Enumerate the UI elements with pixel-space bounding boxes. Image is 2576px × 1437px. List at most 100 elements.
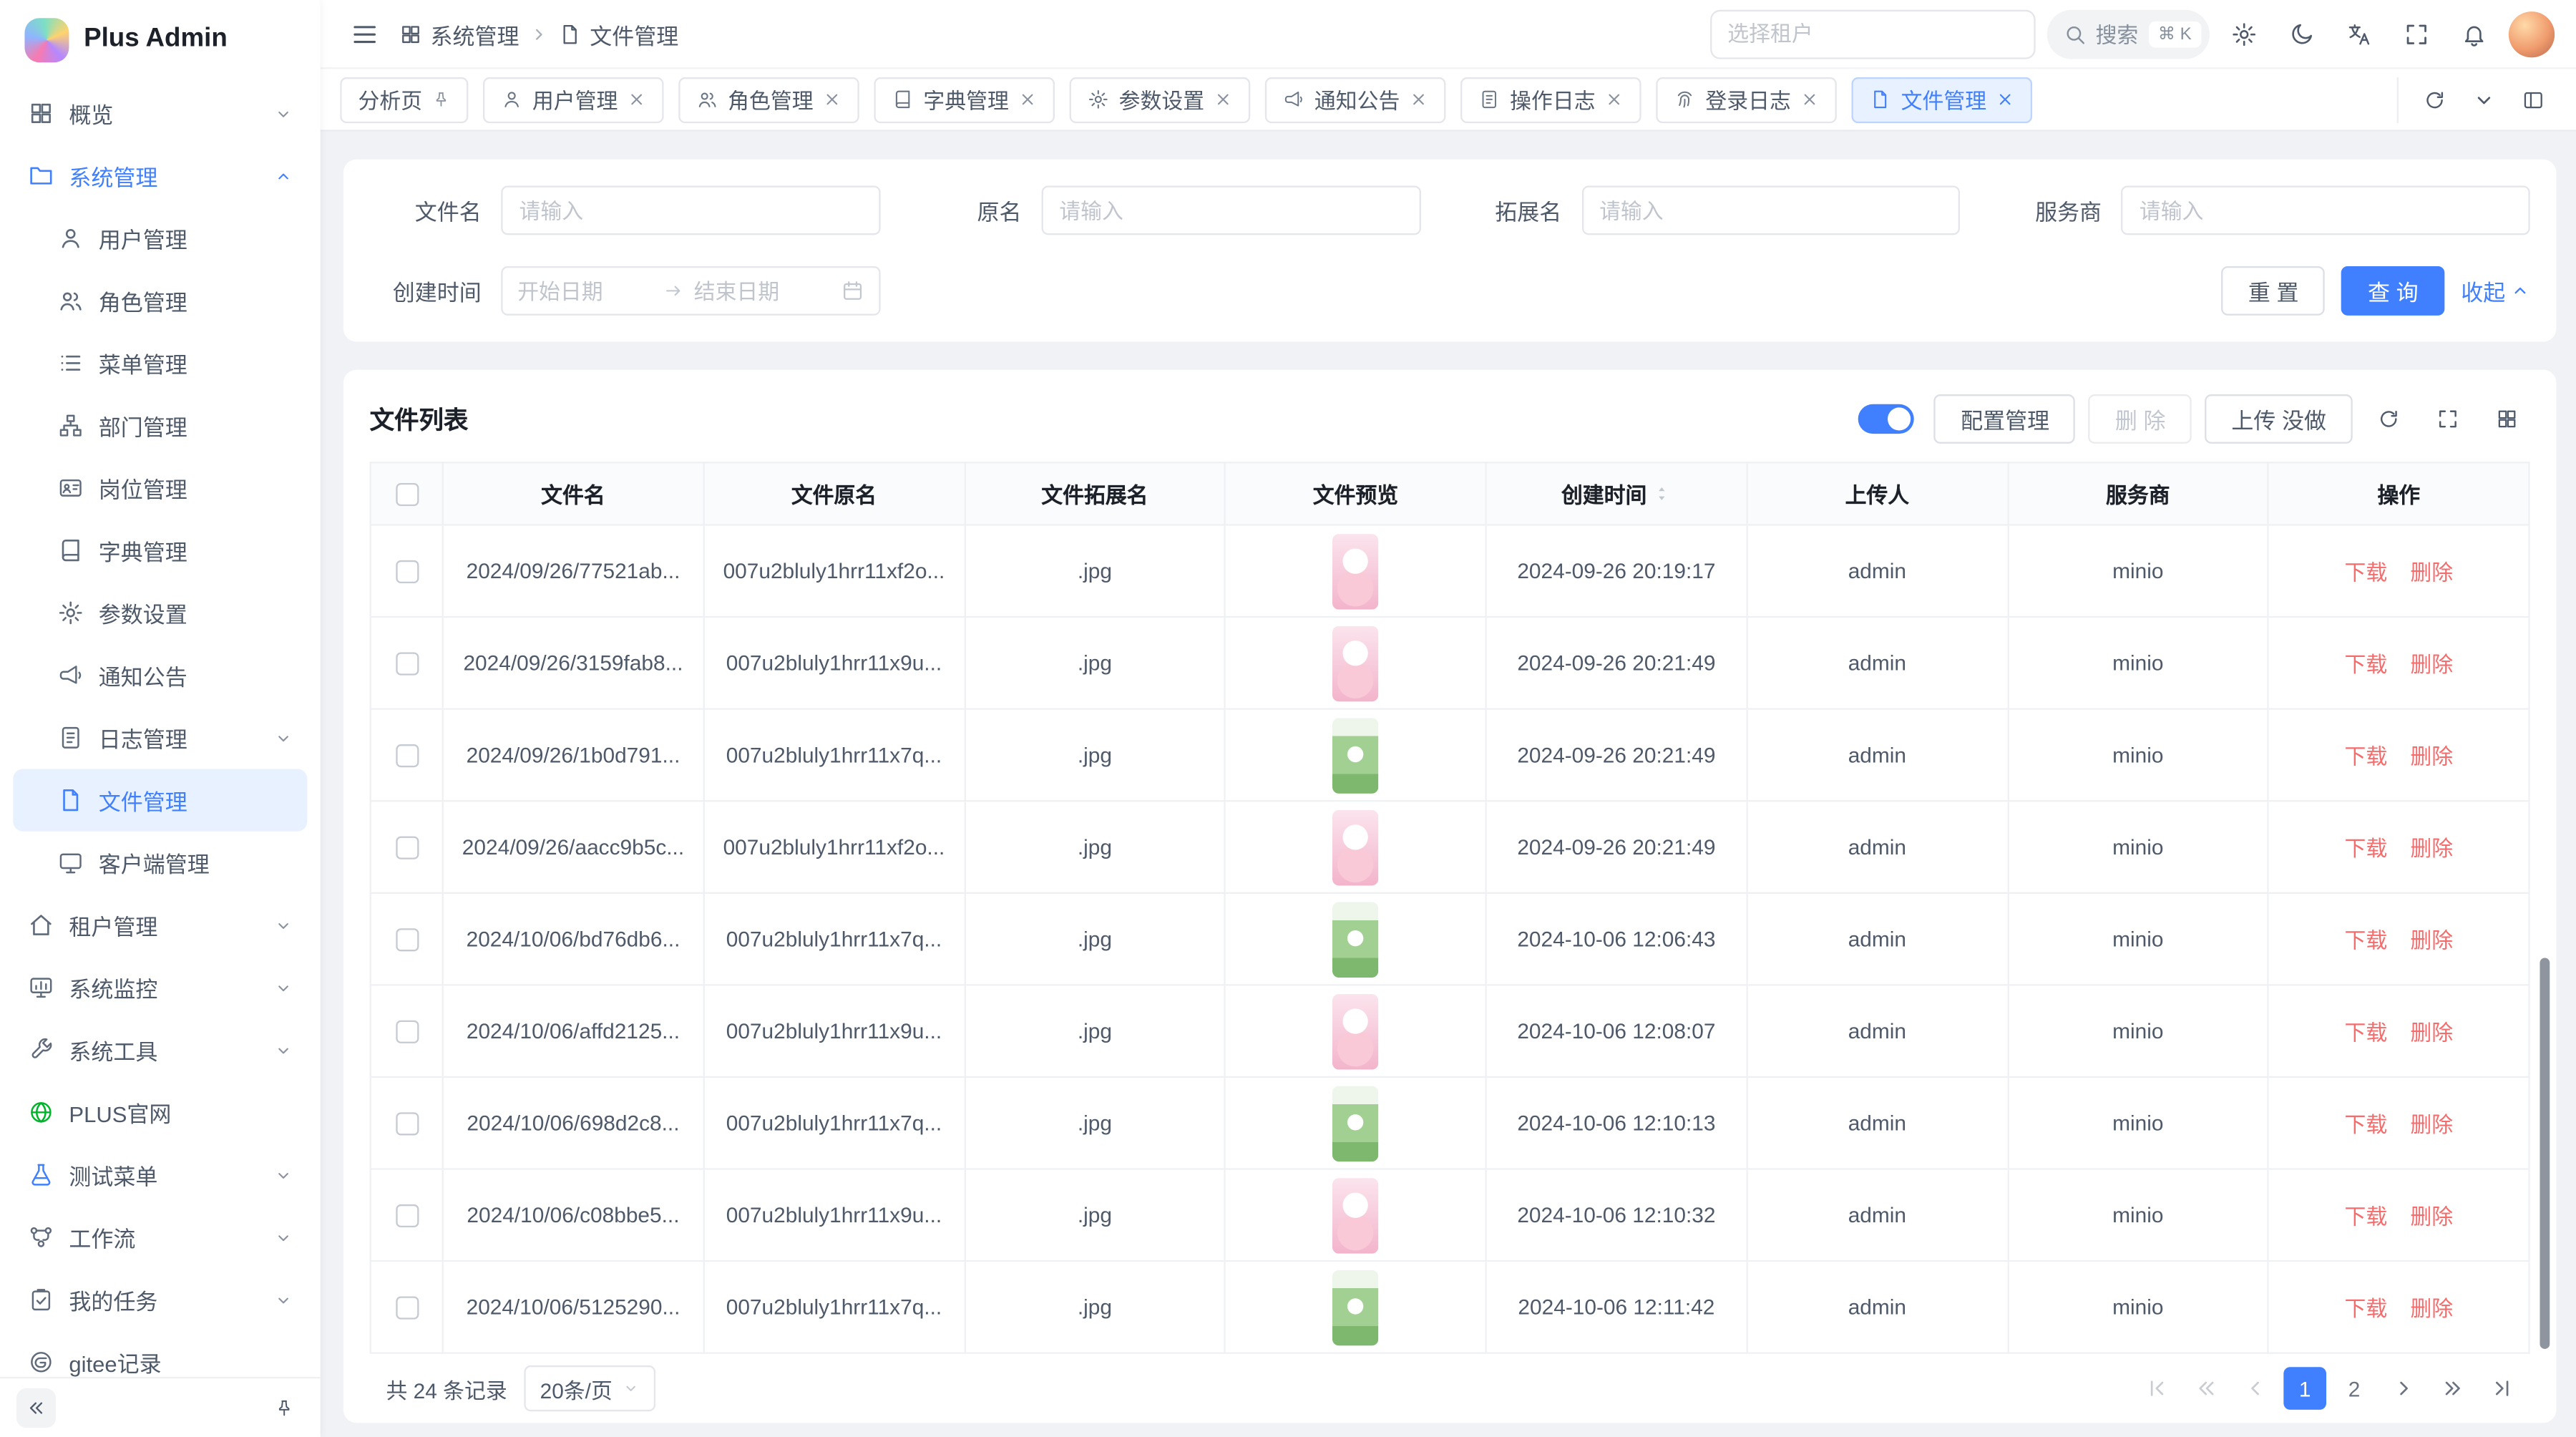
file-preview-thumbnail[interactable] [1332, 1177, 1378, 1253]
close-icon[interactable] [1019, 90, 1037, 108]
delete-link[interactable]: 删除 [2410, 739, 2453, 771]
sort-icon[interactable] [1654, 484, 1672, 502]
app-logo[interactable]: Plus Admin [0, 0, 321, 79]
sidebar-item-dept-mgmt[interactable]: 部门管理 [13, 394, 307, 457]
file-preview-thumbnail[interactable] [1332, 533, 1378, 609]
tab-analysis[interactable]: 分析页 [340, 77, 468, 122]
first-page-button[interactable] [2136, 1367, 2179, 1410]
sidebar-item-tenant-mgmt[interactable]: 租户管理 [13, 894, 307, 956]
page-size-select[interactable]: 20条/页 [524, 1365, 655, 1411]
column-header-extension[interactable]: 文件拓展名 [965, 463, 1226, 525]
tab-op-log[interactable]: 操作日志 [1460, 77, 1641, 122]
download-link[interactable]: 下载 [2345, 923, 2388, 955]
tab-notice[interactable]: 通知公告 [1265, 77, 1446, 122]
date-range-picker[interactable] [501, 266, 880, 316]
tab-param-settings[interactable]: 参数设置 [1070, 77, 1251, 122]
column-header-file-name[interactable]: 文件名 [444, 463, 704, 525]
refresh-page-button[interactable] [2411, 77, 2457, 122]
file-preview-thumbnail[interactable] [1332, 1085, 1378, 1161]
close-icon[interactable] [1410, 90, 1428, 108]
sidebar-collapse-button[interactable] [16, 1388, 56, 1428]
table-toggle-switch[interactable] [1859, 404, 1915, 434]
file-preview-thumbnail[interactable] [1332, 717, 1378, 793]
pin-icon[interactable] [432, 90, 450, 108]
settings-button[interactable] [2221, 11, 2267, 57]
column-header-provider[interactable]: 服务商 [2009, 463, 2269, 525]
page-button-2[interactable]: 2 [2333, 1367, 2376, 1410]
provider-input[interactable] [2122, 185, 2530, 235]
row-checkbox[interactable] [395, 1020, 418, 1043]
close-icon[interactable] [1996, 90, 2014, 108]
download-link[interactable]: 下载 [2345, 739, 2388, 771]
close-icon[interactable] [1605, 90, 1623, 108]
tab-role-mgmt[interactable]: 角色管理 [678, 77, 859, 122]
row-checkbox[interactable] [395, 835, 418, 858]
jump-prev-button[interactable] [2185, 1367, 2228, 1410]
sidebar-item-role-mgmt[interactable]: 角色管理 [13, 270, 307, 332]
file-preview-thumbnail[interactable] [1332, 809, 1378, 885]
column-header-original-name[interactable]: 文件原名 [704, 463, 965, 525]
tab-dict-mgmt[interactable]: 字典管理 [874, 77, 1055, 122]
prev-page-button[interactable] [2234, 1367, 2277, 1410]
notifications-button[interactable] [2451, 11, 2497, 57]
query-button[interactable]: 查 询 [2341, 266, 2444, 316]
download-link[interactable]: 下载 [2345, 832, 2388, 863]
layout-settings-button[interactable] [2510, 77, 2556, 122]
file-preview-thumbnail[interactable] [1332, 625, 1378, 701]
delete-link[interactable]: 删除 [2410, 1015, 2453, 1047]
delete-link[interactable]: 删除 [2410, 555, 2453, 587]
column-header-preview[interactable]: 文件预览 [1226, 463, 1486, 525]
sidebar-item-post-mgmt[interactable]: 岗位管理 [13, 457, 307, 519]
tab-file-mgmt[interactable]: 文件管理 [1852, 77, 2033, 122]
tab-actions-button[interactable] [2461, 77, 2507, 122]
row-checkbox[interactable] [395, 927, 418, 950]
sidebar-item-system-tools[interactable]: 系统工具 [13, 1018, 307, 1081]
sidebar-item-plus-website[interactable]: PLUS官网 [13, 1081, 307, 1144]
breadcrumb-item-system[interactable]: 系统管理 [399, 17, 519, 50]
close-icon[interactable] [628, 90, 645, 108]
sidebar-item-user-mgmt[interactable]: 用户管理 [13, 207, 307, 269]
sidebar-item-overview[interactable]: 概览 [13, 82, 307, 145]
file-name-input[interactable] [501, 185, 880, 235]
download-link[interactable]: 下载 [2345, 1199, 2388, 1231]
column-header-created-time[interactable]: 创建时间 [1487, 463, 1747, 525]
delete-link[interactable]: 删除 [2410, 1107, 2453, 1139]
column-settings-button[interactable] [2484, 396, 2529, 442]
sidebar-item-test-menu[interactable]: 测试菜单 [13, 1144, 307, 1206]
download-link[interactable]: 下载 [2345, 1015, 2388, 1047]
upload-button[interactable]: 上传 没做 [2205, 394, 2353, 444]
sidebar-item-param-settings[interactable]: 参数设置 [13, 582, 307, 644]
refresh-table-button[interactable] [2366, 396, 2411, 442]
end-date-input[interactable] [694, 278, 831, 303]
theme-toggle-button[interactable] [2278, 11, 2324, 57]
delete-link[interactable]: 删除 [2410, 832, 2453, 863]
delete-button[interactable]: 删 除 [2089, 394, 2192, 444]
select-all-checkbox[interactable] [395, 482, 418, 505]
original-name-input[interactable] [1041, 185, 1420, 235]
download-link[interactable]: 下载 [2345, 648, 2388, 679]
row-checkbox[interactable] [395, 1204, 418, 1227]
close-icon[interactable] [1214, 90, 1232, 108]
sidebar-item-system-mgmt[interactable]: 系统管理 [13, 145, 307, 207]
sidebar-item-workflow[interactable]: 工作流 [13, 1206, 307, 1268]
sidebar-item-dict-mgmt[interactable]: 字典管理 [13, 520, 307, 582]
page-button-1[interactable]: 1 [2283, 1367, 2326, 1410]
config-management-button[interactable]: 配置管理 [1934, 394, 2075, 444]
delete-link[interactable]: 删除 [2410, 1199, 2453, 1231]
file-preview-thumbnail[interactable] [1332, 993, 1378, 1069]
sidebar-item-system-monitor[interactable]: 系统监控 [13, 956, 307, 1018]
sidebar-item-log-mgmt[interactable]: 日志管理 [13, 706, 307, 769]
row-checkbox[interactable] [395, 1111, 418, 1134]
delete-link[interactable]: 删除 [2410, 923, 2453, 955]
start-date-input[interactable] [517, 278, 654, 303]
close-icon[interactable] [1801, 90, 1819, 108]
close-icon[interactable] [823, 90, 841, 108]
jump-next-button[interactable] [2431, 1367, 2474, 1410]
download-link[interactable]: 下载 [2345, 1292, 2388, 1323]
file-preview-thumbnail[interactable] [1332, 901, 1378, 977]
sidebar-item-menu-mgmt[interactable]: 菜单管理 [13, 332, 307, 394]
last-page-button[interactable] [2481, 1367, 2524, 1410]
table-scrollbar-thumb[interactable] [2540, 958, 2550, 1349]
breadcrumb-item-file[interactable]: 文件管理 [559, 17, 679, 50]
sidebar-pin-button[interactable] [265, 1388, 304, 1428]
